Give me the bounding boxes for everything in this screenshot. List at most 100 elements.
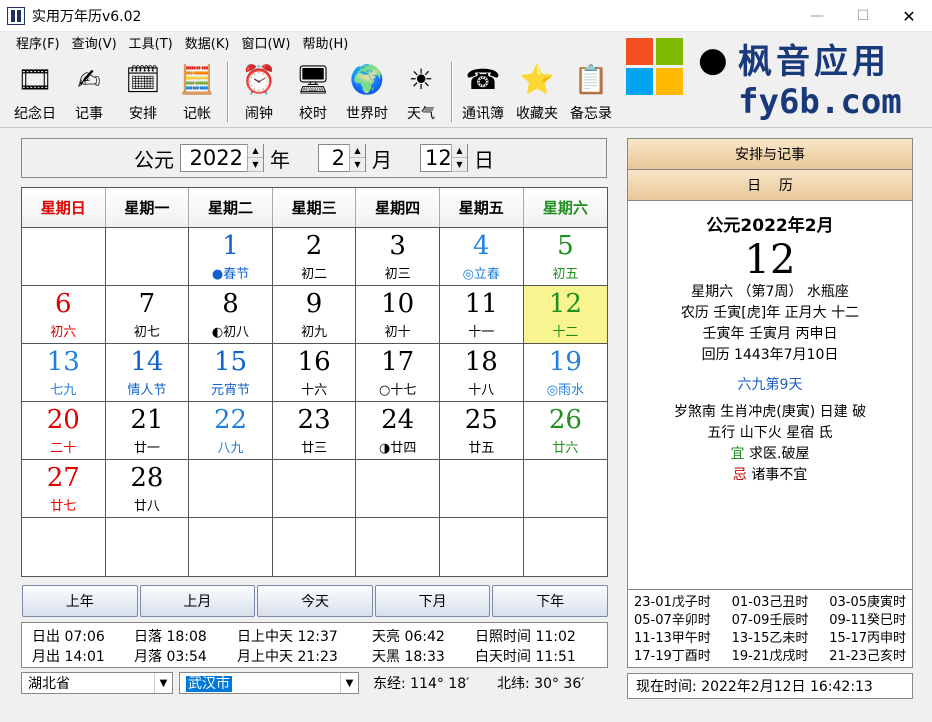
toolbar-button-memo[interactable]: 📋 备忘录 <box>564 58 618 124</box>
time-sync-icon: 🖥 <box>295 63 331 96</box>
day-stepper[interactable]: 12 ▲ ▼ <box>420 144 468 172</box>
empty-day-cell <box>22 228 106 286</box>
day-cell[interactable]: 11 十一 <box>439 286 524 344</box>
weekday-wed: 星期三 <box>272 188 357 227</box>
toolbar-button-alarm-clock[interactable]: ⏰ 闹钟 <box>232 58 286 124</box>
day-cell[interactable]: 18 十八 <box>439 344 524 402</box>
toolbar-button-time-sync[interactable]: 🖥 校时 <box>286 58 340 124</box>
day-cell[interactable]: 27 廿七 <box>22 460 106 518</box>
city-select[interactable]: 武汉市 ▼ <box>179 672 359 694</box>
day-cell[interactable]: 20 二十 <box>22 402 106 460</box>
close-button[interactable]: ✕ <box>886 0 932 32</box>
day-cell[interactable]: 15 元宵节 <box>189 344 273 402</box>
sunrise: 日出 07:06 <box>32 629 105 645</box>
day-cell[interactable]: 16 十六 <box>272 344 357 402</box>
day-cell[interactable]: 26 廿六 <box>523 402 608 460</box>
day-cell[interactable]: 25 廿五 <box>439 402 524 460</box>
spin-down-icon[interactable]: ▼ <box>452 158 467 172</box>
day-cell[interactable]: 6 初六 <box>22 286 106 344</box>
menu-data[interactable]: 数据(K) <box>179 34 236 56</box>
next-year-button[interactable]: 下年 <box>492 585 608 617</box>
spin-down-icon[interactable]: ▼ <box>248 158 263 172</box>
weather-icon: ☀ <box>408 63 434 96</box>
day-cell[interactable]: 3 初三 <box>356 228 440 286</box>
menu-query[interactable]: 查询(V) <box>66 34 123 56</box>
schedule-icon: 🗓 <box>125 63 161 96</box>
day-cell[interactable]: 13 七九 <box>22 344 106 402</box>
next-month-button[interactable]: 下月 <box>374 585 491 617</box>
weekday-fri: 星期五 <box>439 188 524 227</box>
day-number: 1 <box>222 230 239 261</box>
tab-schedule-notes[interactable]: 安排与记事 <box>628 139 912 170</box>
yi-value: 求医.破屋 <box>749 446 810 462</box>
shichen-cell: 07-09壬辰时 <box>731 613 809 628</box>
day-cell[interactable]: 5 初五 <box>523 228 608 286</box>
chevron-down-icon[interactable]: ▼ <box>154 673 172 693</box>
toolbar-button-world-time[interactable]: 🌍 世界时 <box>340 58 394 124</box>
empty-day-cell <box>106 518 190 576</box>
prev-month-button[interactable]: 上月 <box>139 585 256 617</box>
day-cell[interactable]: 23 廿三 <box>272 402 357 460</box>
toolbar-button-accounting[interactable]: 🧮 记帐 <box>170 58 224 124</box>
spin-up-icon[interactable]: ▲ <box>248 144 263 158</box>
toolbar-button-commemorative-day[interactable]: 🎞 纪念日 <box>8 58 62 124</box>
detail-sha: 岁煞南 生肖冲虎(庚寅) 日建 破 <box>673 404 867 420</box>
lunar-label: 十一 <box>468 324 495 340</box>
day-cell[interactable]: 17 ○十七 <box>356 344 440 402</box>
toolbar-button-address-book[interactable]: ☎ 通讯簿 <box>456 58 510 124</box>
day-cell[interactable]: 8 ◐初八 <box>189 286 273 344</box>
toolbar-button-schedule[interactable]: 🗓 安排 <box>116 58 170 124</box>
maximize-button[interactable]: ☐ <box>840 0 886 32</box>
detail-jieqi: 六九第9天 <box>737 377 803 393</box>
day-cell[interactable]: 10 初十 <box>356 286 440 344</box>
day-cell[interactable]: 9 初九 <box>272 286 357 344</box>
year-value[interactable]: 2022 <box>181 146 247 170</box>
sun-moon-info: 日出 07:06 日落 18:08 日上中天 12:37 天亮 06:42 日照… <box>21 622 608 668</box>
prev-year-button[interactable]: 上年 <box>22 585 138 617</box>
province-select[interactable]: 湖北省 ▼ <box>21 672 173 694</box>
month-value[interactable]: 2 <box>319 146 349 170</box>
latitude: 北纬: 30° 36′ <box>497 676 585 692</box>
menu-program[interactable]: 程序(F) <box>10 34 66 56</box>
menu-tools[interactable]: 工具(T) <box>123 34 179 56</box>
window-controls: — ☐ ✕ <box>794 0 932 32</box>
spin-up-icon[interactable]: ▲ <box>452 144 467 158</box>
minimize-button[interactable]: — <box>794 0 840 32</box>
year-stepper[interactable]: 2022 ▲ ▼ <box>180 144 264 172</box>
chevron-down-icon[interactable]: ▼ <box>340 673 358 693</box>
day-cell[interactable]: 7 初七 <box>105 286 190 344</box>
day-cell[interactable]: 1 ●春节 <box>189 228 273 286</box>
lunar-label: ●春节 <box>211 266 250 282</box>
calendar-days: 1 ●春节 2 初二 3 初三 4 ◎立春 5 初五 6 初六 7 初七 8 ◐初八 9 初九 10 初十 11 十一 12… <box>22 228 608 576</box>
day-cell[interactable]: 14 情人节 <box>105 344 190 402</box>
toolbar-button-weather[interactable]: ☀ 天气 <box>394 58 448 124</box>
spin-down-icon[interactable]: ▼ <box>350 158 365 172</box>
day-cell[interactable]: 22 八九 <box>189 402 273 460</box>
day-number: 17 <box>381 346 415 377</box>
day-cell[interactable]: 4 ◎立春 <box>439 228 524 286</box>
day-cell[interactable]: 24 ◑廿四 <box>356 402 440 460</box>
day-cell[interactable]: 19 ◎雨水 <box>523 344 608 402</box>
menu-window[interactable]: 窗口(W) <box>235 34 296 56</box>
sun-row: 日出 07:06 日落 18:08 日上中天 12:37 天亮 06:42 日照… <box>32 626 597 646</box>
spin-up-icon[interactable]: ▲ <box>350 144 365 158</box>
day-cell[interactable]: 2 初二 <box>272 228 357 286</box>
day-cell[interactable]: 28 廿八 <box>105 460 190 518</box>
apple-logo-icon: ● <box>698 40 728 80</box>
day-number: 25 <box>464 404 498 435</box>
toolbar-button-favorites[interactable]: ⭐ 收藏夹 <box>510 58 564 124</box>
tab-calendar[interactable]: 日 历 <box>628 170 912 201</box>
weekday-thu: 星期四 <box>356 188 440 227</box>
day-value[interactable]: 12 <box>421 146 452 170</box>
shichen-cell: 03-05庚寅时 <box>829 595 906 610</box>
menu-help[interactable]: 帮助(H) <box>296 34 354 56</box>
moonset: 月落 03:54 <box>134 649 207 665</box>
month-stepper[interactable]: 2 ▲ ▼ <box>318 144 366 172</box>
day-cell[interactable]: 21 廿一 <box>105 402 190 460</box>
day-cell[interactable]: 12 十二 <box>523 286 608 344</box>
lunar-label: 八九 <box>217 440 244 456</box>
lunar-label: 十八 <box>468 382 495 398</box>
empty-day-cell <box>439 460 524 518</box>
today-button[interactable]: 今天 <box>257 585 373 617</box>
toolbar-button-notes[interactable]: ✍ 记事 <box>62 58 116 124</box>
